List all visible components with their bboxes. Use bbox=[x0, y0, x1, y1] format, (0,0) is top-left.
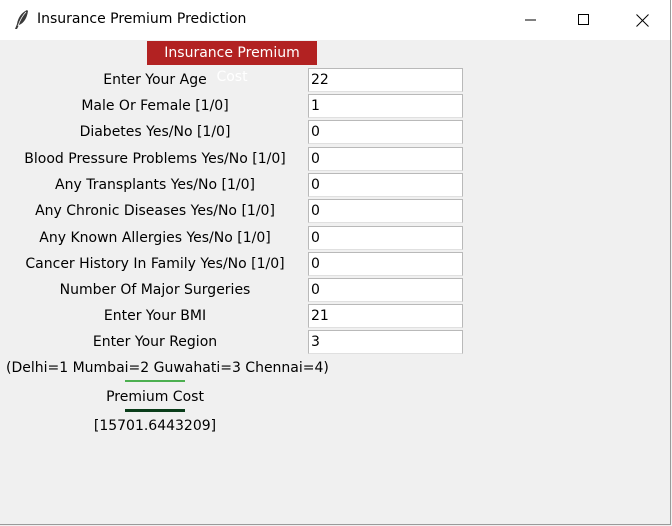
age-label: Enter Your Age bbox=[103, 72, 207, 88]
close-button[interactable] bbox=[619, 0, 665, 40]
age-input[interactable] bbox=[308, 68, 463, 92]
chronic-diseases-label: Any Chronic Diseases Yes/No [1/0] bbox=[35, 203, 275, 219]
allergies-input[interactable] bbox=[308, 226, 463, 250]
premium-result: [15701.6443209] bbox=[93, 418, 217, 434]
chronic-diseases-input[interactable] bbox=[308, 199, 463, 223]
major-surgeries-label: Number Of Major Surgeries bbox=[59, 282, 251, 298]
bmi-input[interactable] bbox=[308, 304, 463, 328]
allergies-label: Any Known Allergies Yes/No [1/0] bbox=[39, 230, 271, 246]
blood-pressure-input[interactable] bbox=[308, 147, 463, 171]
app-header-label: Insurance Premium Cost bbox=[147, 41, 317, 85]
region-hint-underline bbox=[125, 380, 185, 382]
close-icon bbox=[636, 14, 649, 27]
bmi-label: Enter Your BMI bbox=[103, 308, 207, 324]
cancer-history-input[interactable] bbox=[308, 252, 463, 276]
premium-cost-label: Premium Cost bbox=[106, 389, 204, 405]
cancer-history-label: Cancer History In Family Yes/No [1/0] bbox=[25, 256, 285, 272]
feather-icon bbox=[12, 9, 32, 31]
maximize-button[interactable] bbox=[561, 0, 607, 40]
major-surgeries-input[interactable] bbox=[308, 278, 463, 302]
transplants-label: Any Transplants Yes/No [1/0] bbox=[55, 177, 255, 193]
region-hint: (Delhi=1 Mumbai=2 Guwahati=3 Chennai=4) bbox=[6, 360, 329, 376]
gender-input[interactable] bbox=[308, 94, 463, 118]
window-title: Insurance Premium Prediction bbox=[37, 11, 247, 27]
blood-pressure-label: Blood Pressure Problems Yes/No [1/0] bbox=[24, 151, 286, 167]
gender-label: Male Or Female [1/0] bbox=[81, 98, 229, 114]
diabetes-input[interactable] bbox=[308, 120, 463, 144]
minimize-icon bbox=[525, 19, 536, 21]
minimize-button[interactable] bbox=[508, 0, 554, 40]
premium-cost-underline bbox=[125, 409, 185, 412]
diabetes-label: Diabetes Yes/No [1/0] bbox=[79, 124, 231, 140]
region-input[interactable] bbox=[308, 330, 463, 354]
transplants-input[interactable] bbox=[308, 173, 463, 197]
maximize-icon bbox=[578, 14, 589, 25]
region-label: Enter Your Region bbox=[92, 334, 218, 350]
title-bar: Insurance Premium Prediction bbox=[0, 0, 672, 40]
